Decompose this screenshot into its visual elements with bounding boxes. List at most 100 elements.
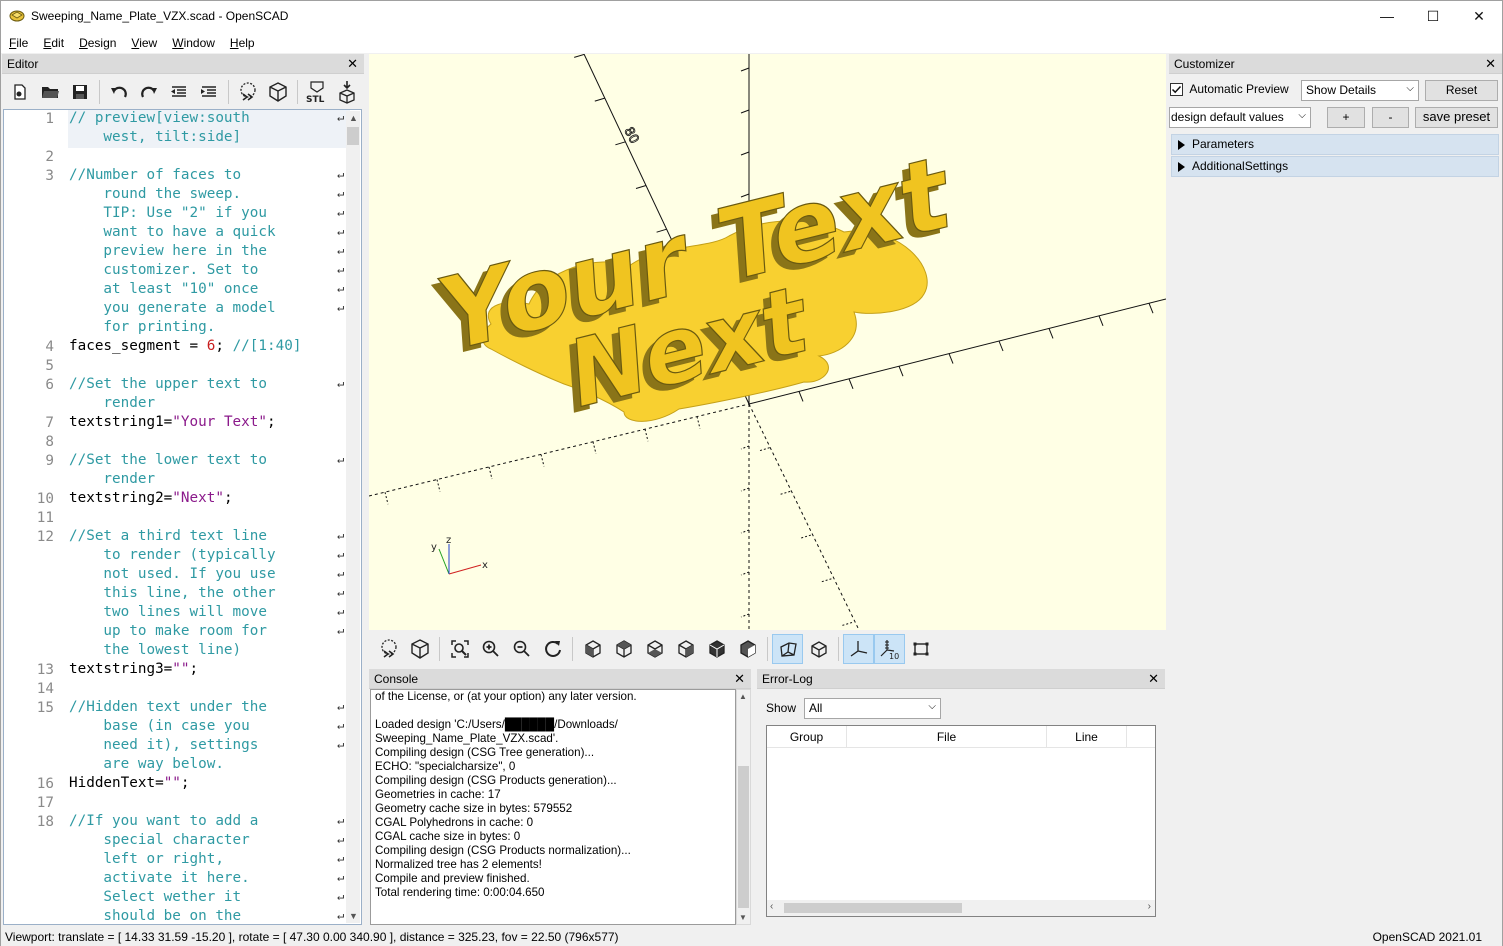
axis-tick bbox=[488, 466, 493, 480]
code-line: left or right, bbox=[69, 850, 224, 869]
toolbar-separator bbox=[572, 637, 573, 661]
view-back-button[interactable] bbox=[732, 634, 763, 664]
column-file[interactable]: File bbox=[847, 726, 1047, 748]
reset-view-button[interactable] bbox=[537, 634, 568, 664]
minimize-button[interactable]: — bbox=[1364, 1, 1410, 31]
column-line[interactable]: Line bbox=[1047, 726, 1127, 748]
view-top-button[interactable] bbox=[608, 634, 639, 664]
zoom-in-button[interactable] bbox=[475, 634, 506, 664]
code-editor[interactable]: 1 // preview[view:south ↵ west, tilt:side]… bbox=[3, 109, 362, 925]
code-line: need it), settings bbox=[69, 736, 258, 755]
show-filter-select[interactable]: All ⌵ bbox=[804, 698, 941, 719]
export-stl-button[interactable]: STL bbox=[302, 77, 332, 107]
viewport-canvas[interactable]: 80 Your Text Your Text Next Next x y z bbox=[369, 54, 1166, 630]
automatic-preview-checkbox[interactable] bbox=[1170, 83, 1183, 97]
parameters-group[interactable]: Parameters bbox=[1171, 134, 1499, 155]
code-line: TIP: Use "2" if you bbox=[69, 204, 267, 223]
menu-edit[interactable]: Edit bbox=[35, 36, 71, 50]
error-log-hscrollbar[interactable]: ‹ › bbox=[767, 900, 1155, 916]
console-line: CGAL Polyhedrons in cache: 0 bbox=[375, 816, 534, 829]
view-right-button[interactable] bbox=[577, 634, 608, 664]
open-file-button[interactable] bbox=[35, 77, 65, 107]
scroll-up-icon[interactable]: ▲ bbox=[739, 692, 747, 701]
preset-select[interactable]: design default values ⌵ bbox=[1169, 107, 1311, 128]
edges-icon bbox=[913, 642, 928, 656]
console-scroll-thumb[interactable] bbox=[738, 766, 749, 908]
editor-scroll-thumb[interactable] bbox=[347, 127, 359, 145]
wrap-indicator-icon: ↵ bbox=[337, 585, 345, 599]
customizer-close-button[interactable]: ✕ bbox=[1485, 56, 1496, 72]
3d-viewport[interactable]: 80 Your Text Your Text Next Next x y z bbox=[369, 54, 1166, 630]
redo-button[interactable] bbox=[134, 77, 164, 107]
console-output[interactable]: of the License, or (at your option) any … bbox=[370, 689, 736, 925]
zoom-out-button[interactable] bbox=[506, 634, 537, 664]
save-preset-button[interactable]: save preset bbox=[1415, 107, 1498, 128]
send-to-printer-button[interactable] bbox=[332, 77, 362, 107]
show-scale-markers-button[interactable]: 10 bbox=[874, 634, 905, 664]
view-front-button[interactable] bbox=[701, 634, 732, 664]
column-group[interactable]: Group bbox=[767, 726, 847, 748]
code-line: //Hidden text under the bbox=[69, 698, 267, 717]
new-file-button[interactable] bbox=[5, 77, 35, 107]
wrap-indicator-icon: ↵ bbox=[337, 737, 345, 751]
maximize-button[interactable]: ☐ bbox=[1410, 1, 1456, 31]
console-line: Compiling design (CSG Products normaliza… bbox=[375, 844, 631, 857]
console-scrollbar[interactable]: ▲ ▼ bbox=[736, 689, 751, 925]
additional-settings-group[interactable]: AdditionalSettings bbox=[1171, 156, 1499, 177]
preview-button[interactable] bbox=[233, 77, 263, 107]
code-token: //Set the upper text to bbox=[69, 376, 267, 392]
save-file-button[interactable] bbox=[65, 77, 95, 107]
console-close-button[interactable]: ✕ bbox=[734, 671, 745, 687]
axis-tick bbox=[740, 445, 750, 450]
perspective-button[interactable] bbox=[772, 634, 803, 664]
add-preset-button[interactable]: + bbox=[1327, 107, 1365, 128]
menu-window[interactable]: Window bbox=[164, 36, 222, 50]
editor-close-button[interactable]: ✕ bbox=[347, 56, 358, 72]
remove-preset-button[interactable]: - bbox=[1372, 107, 1409, 128]
error-log-scroll-thumb[interactable] bbox=[784, 903, 962, 913]
redo-icon bbox=[141, 86, 157, 98]
svg-text:10: 10 bbox=[889, 652, 899, 660]
show-details-value: Show Details bbox=[1306, 83, 1377, 97]
render-button[interactable] bbox=[404, 634, 435, 664]
scroll-right-icon[interactable]: › bbox=[1148, 901, 1151, 912]
reset-button[interactable]: Reset bbox=[1425, 80, 1498, 101]
indent-button[interactable] bbox=[194, 77, 224, 107]
view-toolbar: 10 bbox=[369, 631, 1166, 667]
code-line: render bbox=[69, 394, 155, 413]
svg-text:STL: STL bbox=[306, 95, 325, 104]
zoom-out-icon bbox=[513, 640, 530, 657]
render-button[interactable] bbox=[263, 77, 293, 107]
axis-tick bbox=[759, 447, 770, 452]
save-icon bbox=[73, 85, 87, 99]
menu-file[interactable]: File bbox=[1, 36, 35, 50]
editor-scrollbar[interactable]: ▲ ▼ bbox=[346, 111, 360, 923]
show-axes-button[interactable] bbox=[843, 634, 874, 664]
show-edges-button[interactable] bbox=[905, 634, 936, 664]
menu-view[interactable]: View bbox=[123, 36, 164, 50]
view-bottom-button[interactable] bbox=[639, 634, 670, 664]
scroll-up-icon[interactable]: ▲ bbox=[349, 113, 358, 123]
axis-tick bbox=[1048, 328, 1054, 339]
unindent-button[interactable] bbox=[164, 77, 194, 107]
preview-button[interactable] bbox=[373, 634, 404, 664]
view-left-button[interactable] bbox=[670, 634, 701, 664]
error-log-table[interactable]: Group File Line ‹ › bbox=[766, 725, 1156, 917]
wrap-indicator-icon: ↵ bbox=[337, 205, 345, 219]
scroll-left-icon[interactable]: ‹ bbox=[770, 901, 773, 912]
scroll-down-icon[interactable]: ▼ bbox=[349, 911, 358, 921]
scroll-down-icon[interactable]: ▼ bbox=[739, 913, 747, 922]
view-all-button[interactable] bbox=[444, 634, 475, 664]
orthogonal-icon bbox=[810, 641, 827, 658]
line-number: 6 bbox=[45, 377, 54, 393]
menu-design[interactable]: Design bbox=[71, 36, 123, 50]
menu-help[interactable]: Help bbox=[222, 36, 262, 50]
orthogonal-button[interactable] bbox=[803, 634, 834, 664]
show-details-select[interactable]: Show Details ⌵ bbox=[1301, 80, 1419, 101]
additional-settings-group-label: AdditionalSettings bbox=[1192, 159, 1289, 173]
errorlog-close-button[interactable]: ✕ bbox=[1148, 671, 1159, 687]
axis-tick bbox=[384, 492, 389, 505]
undo-button[interactable] bbox=[104, 77, 134, 107]
close-window-button[interactable]: ✕ bbox=[1456, 1, 1502, 31]
automatic-preview-toggle[interactable]: Automatic Preview bbox=[1170, 82, 1289, 97]
